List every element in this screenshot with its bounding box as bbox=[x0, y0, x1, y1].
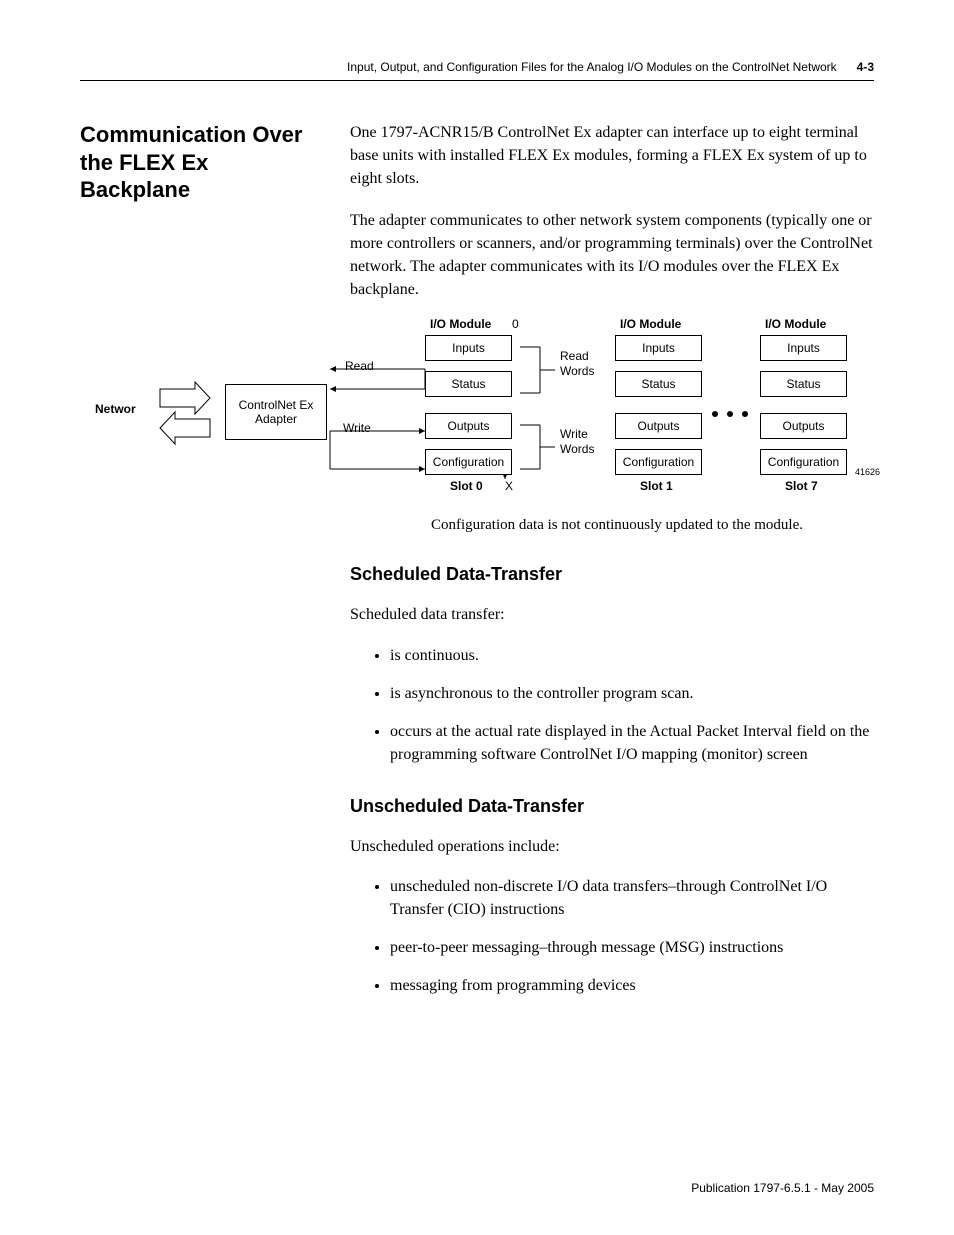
read-label: Read bbox=[345, 359, 374, 373]
slot-7-label: Slot 7 bbox=[785, 479, 818, 493]
m7-outputs: Outputs bbox=[760, 413, 847, 439]
m1-outputs: Outputs bbox=[615, 413, 702, 439]
scheduled-intro: Scheduled data transfer: bbox=[350, 603, 884, 626]
module-7-title: I/O Module bbox=[765, 317, 826, 331]
list-item: messaging from programming devices bbox=[390, 975, 884, 997]
write-label: Write bbox=[343, 421, 371, 435]
m0-outputs: Outputs bbox=[425, 413, 512, 439]
scheduled-heading: Scheduled Data-Transfer bbox=[350, 564, 884, 585]
m1-inputs: Inputs bbox=[615, 335, 702, 361]
adapter-box: ControlNet Ex Adapter bbox=[225, 384, 327, 440]
slot-0-label: Slot 0 bbox=[450, 479, 483, 493]
m0-inputs: Inputs bbox=[425, 335, 512, 361]
intro-paragraph-2: The adapter communicates to other networ… bbox=[350, 209, 884, 302]
diagram-caption: Configuration data is not continuously u… bbox=[350, 517, 884, 534]
page-header: Input, Output, and Configuration Files f… bbox=[80, 60, 874, 81]
m7-status: Status bbox=[760, 371, 847, 397]
publication-footer: Publication 1797-6.5.1 - May 2005 bbox=[691, 1181, 874, 1195]
write-words-label: Write Words bbox=[560, 427, 600, 456]
network-label: Networ bbox=[95, 402, 136, 416]
unscheduled-list: unscheduled non-discrete I/O data transf… bbox=[350, 876, 884, 998]
m7-config: Configuration bbox=[760, 449, 847, 475]
m7-inputs: Inputs bbox=[760, 335, 847, 361]
unscheduled-intro: Unscheduled operations include: bbox=[350, 835, 884, 858]
page-number: 4-3 bbox=[857, 60, 874, 74]
figure-id: 41626 bbox=[855, 467, 880, 477]
x-label: X bbox=[505, 479, 513, 493]
m0-config: Configuration bbox=[425, 449, 512, 475]
list-item: is continuous. bbox=[390, 645, 884, 667]
scheduled-list: is continuous. is asynchronous to the co… bbox=[350, 645, 884, 767]
chapter-title: Input, Output, and Configuration Files f… bbox=[347, 60, 837, 74]
m0-status: Status bbox=[425, 371, 512, 397]
read-words-label: Read Words bbox=[560, 349, 600, 378]
module-0-title: I/O Module bbox=[430, 317, 491, 331]
list-item: occurs at the actual rate displayed in t… bbox=[390, 721, 884, 766]
intro-paragraph-1: One 1797-ACNR15/B ControlNet Ex adapter … bbox=[350, 121, 884, 191]
unscheduled-heading: Unscheduled Data-Transfer bbox=[350, 796, 884, 817]
zero-label: 0 bbox=[512, 317, 519, 331]
slot-1-label: Slot 1 bbox=[640, 479, 673, 493]
list-item: peer-to-peer messaging–through message (… bbox=[390, 937, 884, 959]
list-item: is asynchronous to the controller progra… bbox=[390, 683, 884, 705]
m1-config: Configuration bbox=[615, 449, 702, 475]
section-heading: Communication Over the FLEX Ex Backplane bbox=[80, 121, 320, 204]
m1-status: Status bbox=[615, 371, 702, 397]
backplane-diagram: Networ ControlNet Ex Adapter Read Write … bbox=[90, 319, 884, 509]
list-item: unscheduled non-discrete I/O data transf… bbox=[390, 876, 884, 921]
module-1-title: I/O Module bbox=[620, 317, 681, 331]
